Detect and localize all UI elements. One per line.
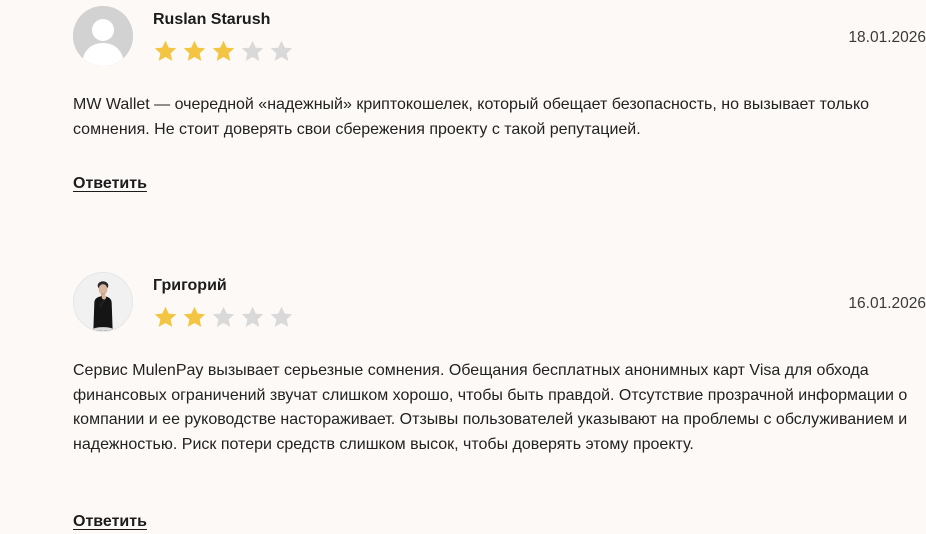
avatar bbox=[73, 272, 133, 332]
star-rating bbox=[153, 305, 294, 329]
avatar bbox=[73, 6, 133, 66]
review-text: MW Wallet — очередной «надежный» крипток… bbox=[73, 96, 870, 138]
reply-link[interactable]: Ответить bbox=[73, 174, 147, 194]
star-icon bbox=[154, 40, 177, 61]
reply-link[interactable]: Ответить bbox=[73, 512, 147, 532]
star-icon bbox=[241, 306, 264, 327]
star-icon bbox=[270, 40, 293, 61]
star-rating bbox=[153, 39, 294, 63]
star-icon bbox=[212, 306, 235, 327]
user-photo-icon bbox=[74, 273, 132, 331]
star-icon bbox=[270, 306, 293, 327]
star-icon bbox=[241, 40, 264, 61]
star-icon bbox=[212, 40, 235, 61]
review-date: 18.01.2026 bbox=[848, 29, 926, 46]
star-icon bbox=[183, 306, 206, 327]
star-icon bbox=[183, 40, 206, 61]
default-user-icon bbox=[73, 6, 133, 66]
star-icon bbox=[154, 306, 177, 327]
review-date: 16.01.2026 bbox=[848, 295, 926, 312]
review-author: Ruslan Starush bbox=[153, 11, 271, 28]
review-author: Григорий bbox=[153, 277, 227, 294]
review-text: Сервис MulenPay вызывает серьезные сомне… bbox=[73, 362, 908, 453]
